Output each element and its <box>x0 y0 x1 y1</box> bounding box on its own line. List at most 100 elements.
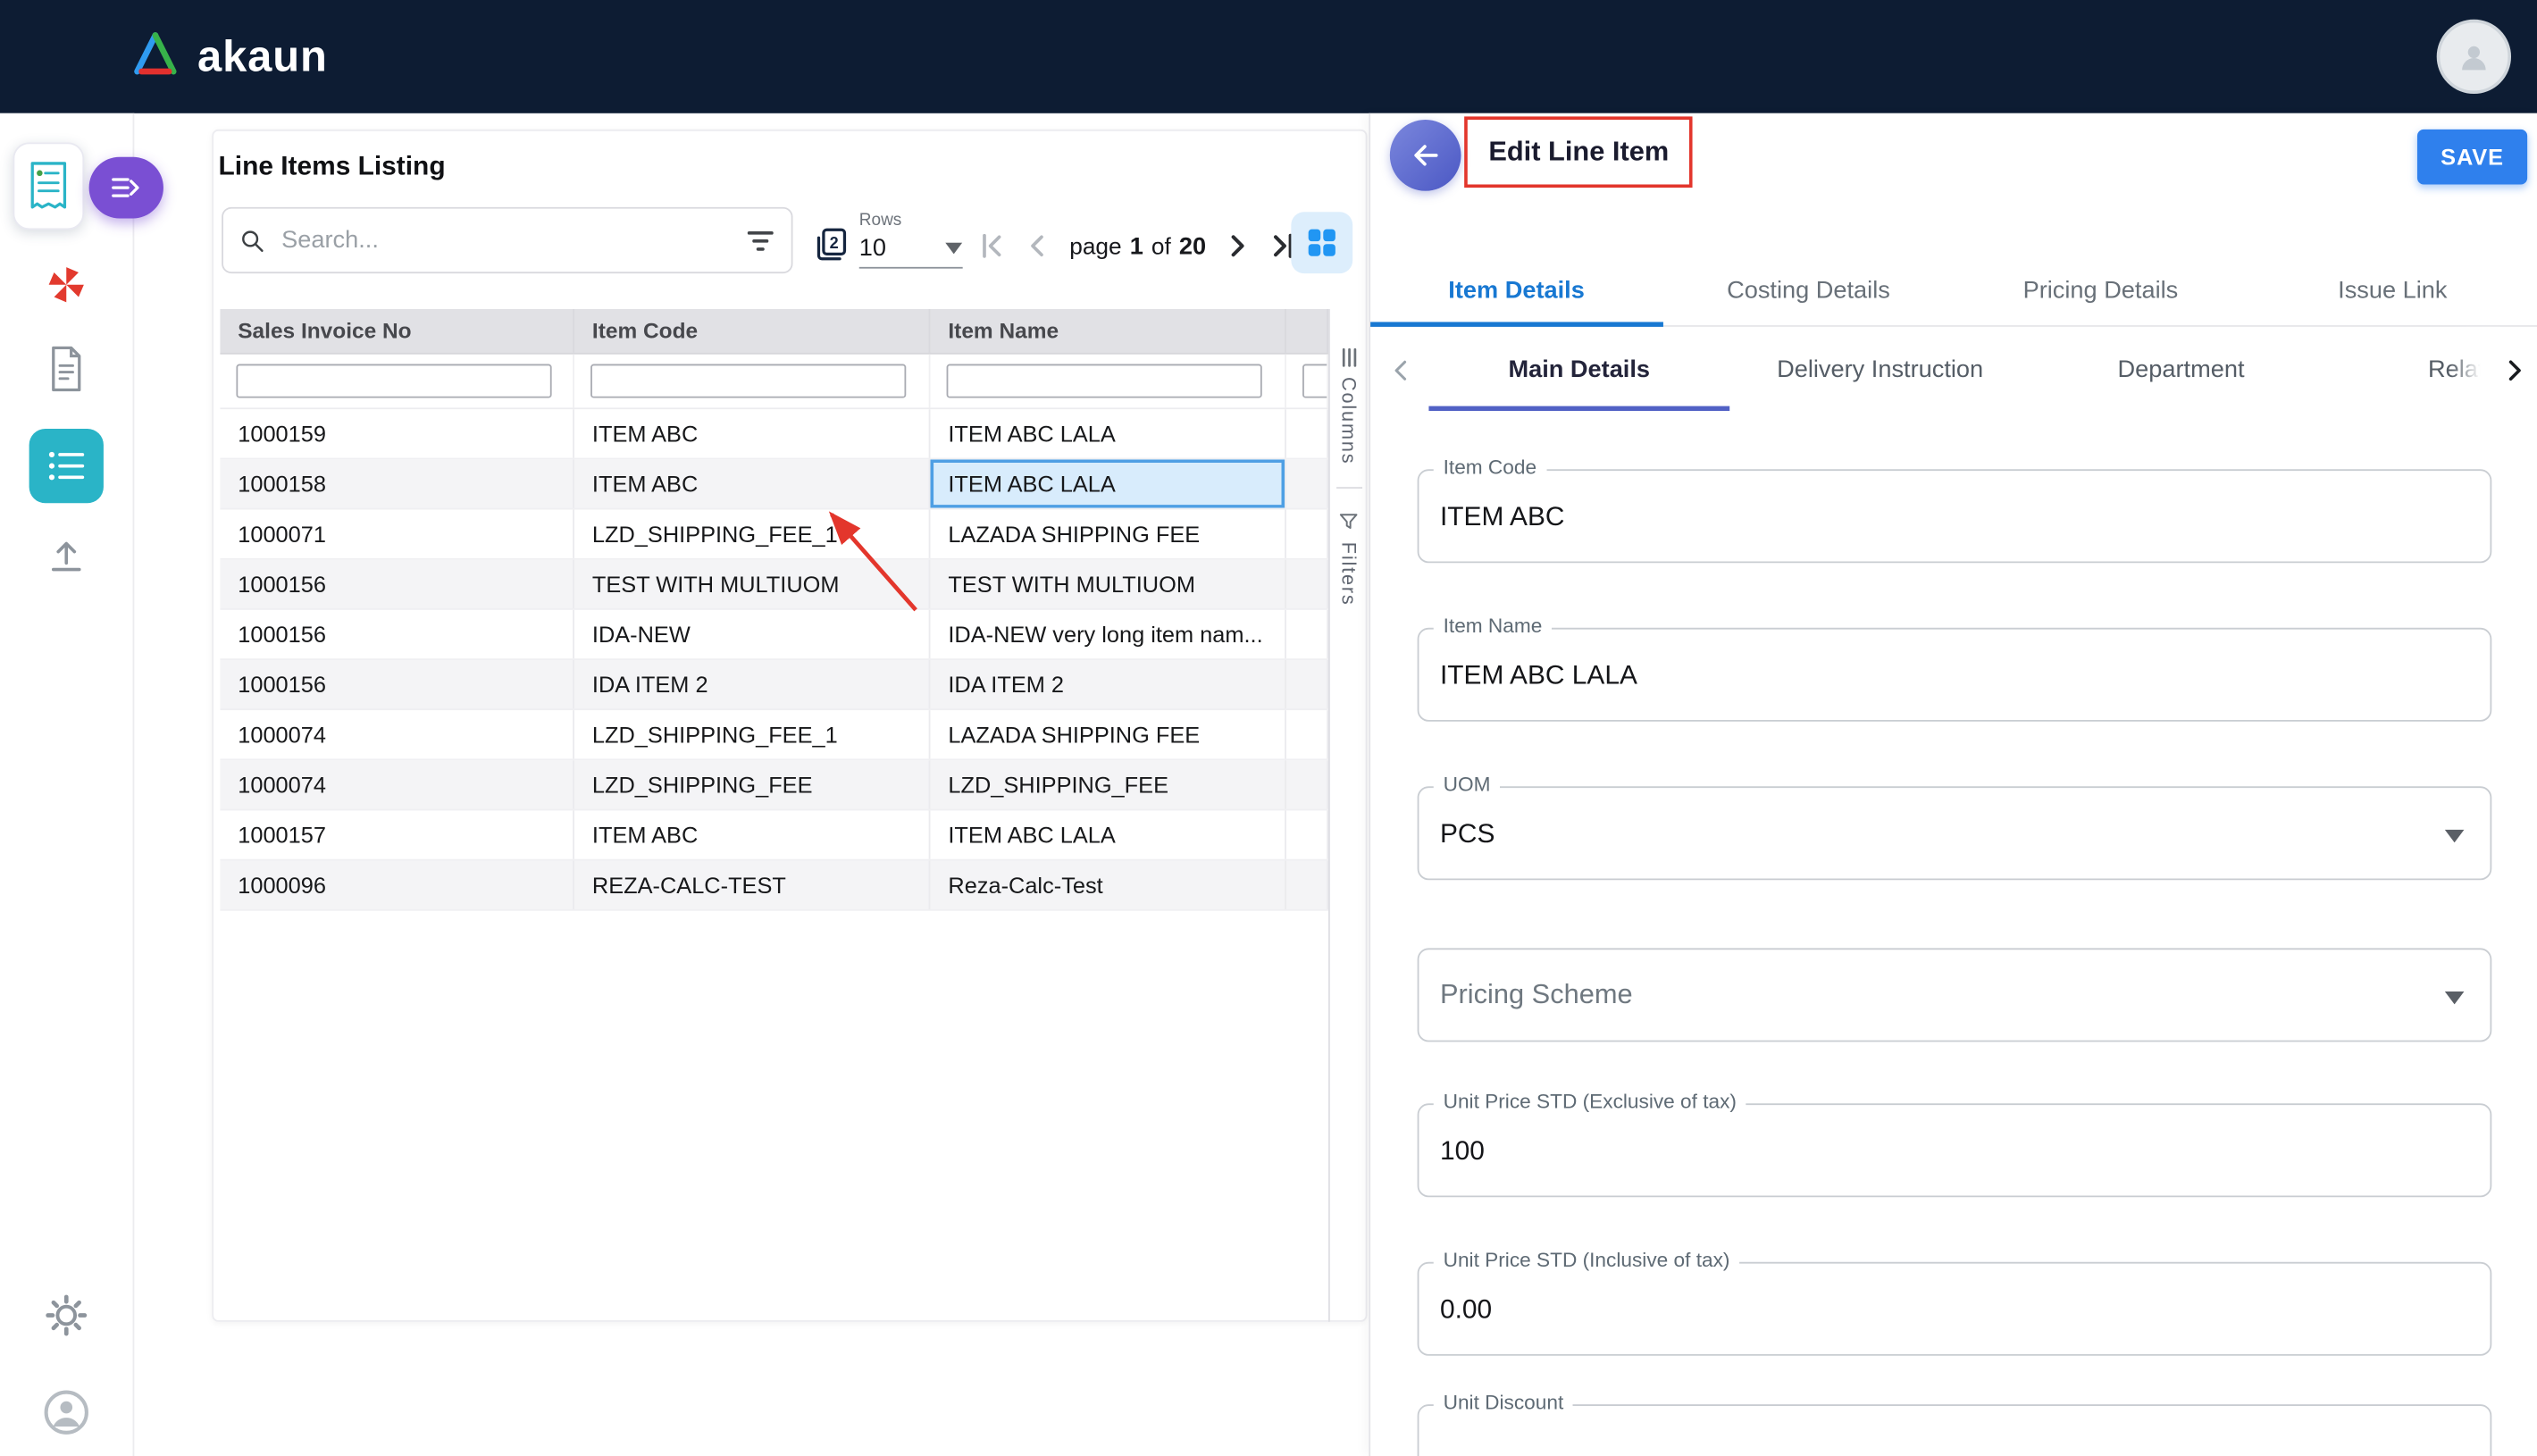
table-row[interactable]: 1000159 ITEM ABC ITEM ABC LALA <box>220 409 1328 459</box>
previous-page-button[interactable] <box>1016 225 1058 267</box>
sidebar-item-settings[interactable] <box>46 1294 88 1336</box>
search-input[interactable] <box>279 225 733 255</box>
columns-icon <box>1339 347 1359 367</box>
chevron-down-icon <box>945 243 963 255</box>
receipt-icon <box>28 159 70 214</box>
cell-item-name: ITEM ABC LALA <box>930 409 1285 457</box>
cell-item-code: LZD_SHIPPING_FEE_1 <box>574 510 930 558</box>
grid-view-button[interactable] <box>1291 212 1352 273</box>
cell-item-code: IDA-NEW <box>574 610 930 658</box>
rows-value: 10 <box>859 235 886 263</box>
cell-item-name-focused[interactable]: ITEM ABC LALA <box>930 459 1285 507</box>
list-icon <box>47 450 86 482</box>
cell-extra <box>1286 861 1328 909</box>
table-row[interactable]: 1000156 IDA-NEW IDA-NEW very long item n… <box>220 610 1328 660</box>
edit-line-item-panel: Edit Line Item SAVE Item Details Costing… <box>1369 113 2537 1456</box>
user-avatar[interactable] <box>2437 20 2511 94</box>
cell-item-name: Reza-Calc-Test <box>930 861 1285 909</box>
save-button[interactable]: SAVE <box>2417 130 2527 185</box>
arrow-left-icon <box>1410 139 1442 172</box>
subtabs-scroll-right-button[interactable] <box>2493 349 2535 391</box>
field-unit-discount[interactable]: Unit Discount <box>1418 1404 2492 1456</box>
table-row[interactable]: 1000156 TEST WITH MULTIUOM TEST WITH MUL… <box>220 560 1328 610</box>
table-row[interactable]: 1000074 LZD_SHIPPING_FEE LZD_SHIPPING_FE… <box>220 760 1328 810</box>
page-title: Line Items Listing <box>219 152 446 182</box>
upload-icon <box>47 537 86 575</box>
table-row[interactable]: 1000096 REZA-CALC-TEST Reza-Calc-Test <box>220 861 1328 911</box>
table-row[interactable]: 1000156 IDA ITEM 2 IDA ITEM 2 <box>220 660 1328 710</box>
tab-costing-details[interactable]: Costing Details <box>1662 255 1955 325</box>
first-page-button[interactable] <box>971 225 1013 267</box>
field-placeholder: Pricing Scheme <box>1440 979 1633 1011</box>
field-uom-select[interactable]: UOM PCS <box>1418 786 2492 880</box>
cell-sales-invoice-no: 1000156 <box>220 610 574 658</box>
cell-sales-invoice-no: 1000158 <box>220 459 574 507</box>
field-item-name[interactable]: Item Name ITEM ABC LALA <box>1418 628 2492 722</box>
cell-item-name: LZD_SHIPPING_FEE <box>930 760 1285 808</box>
cell-extra <box>1286 459 1328 507</box>
filter-input-extra[interactable] <box>1302 364 1328 398</box>
sidebar-item-invoice-module[interactable] <box>13 142 84 230</box>
table-row[interactable]: 1000074 LZD_SHIPPING_FEE_1 LAZADA SHIPPI… <box>220 710 1328 760</box>
sidebar-item-documents[interactable] <box>48 347 84 392</box>
search-icon <box>239 227 265 253</box>
column-header-item-name[interactable]: Item Name <box>930 309 1285 353</box>
cell-sales-invoice-no: 1000074 <box>220 710 574 758</box>
sidebar-item-line-items-active[interactable] <box>29 429 104 503</box>
column-header-sales-invoice-no[interactable]: Sales Invoice No <box>220 309 574 353</box>
cell-item-code: LZD_SHIPPING_FEE <box>574 760 930 808</box>
rows-per-page-select[interactable]: Rows 10 <box>859 210 963 268</box>
cell-extra <box>1286 660 1328 708</box>
subtab-delivery-instruction[interactable]: Delivery Instruction <box>1729 327 2030 411</box>
cell-item-code: LZD_SHIPPING_FEE_1 <box>574 710 930 758</box>
cell-sales-invoice-no: 1000159 <box>220 409 574 457</box>
back-button[interactable] <box>1390 120 1461 191</box>
table-row[interactable]: 1000157 ITEM ABC ITEM ABC LALA <box>220 810 1328 860</box>
table-row-selected[interactable]: 1000158 ITEM ABC ITEM ABC LALA <box>220 459 1328 509</box>
tab-pricing-details[interactable]: Pricing Details <box>1955 255 2247 325</box>
cell-item-code: ITEM ABC <box>574 409 930 457</box>
brand-logo[interactable]: akaun <box>130 30 328 84</box>
field-label: Unit Discount <box>1434 1392 1573 1414</box>
cell-extra <box>1286 810 1328 858</box>
rail-divider <box>1335 488 1361 490</box>
cell-item-code: TEST WITH MULTIUOM <box>574 560 930 608</box>
subtab-related-doc[interactable]: Related D <box>2332 327 2483 411</box>
cell-item-name: LAZADA SHIPPING FEE <box>930 510 1285 558</box>
pinwheel-icon <box>46 264 88 305</box>
sidebar-item-account[interactable] <box>42 1388 90 1436</box>
filter-list-icon[interactable] <box>746 229 775 251</box>
gear-icon <box>46 1294 88 1336</box>
field-item-code[interactable]: Item Code ITEM ABC <box>1418 469 2492 563</box>
table-row[interactable]: 1000071 LZD_SHIPPING_FEE_1 LAZADA SHIPPI… <box>220 510 1328 560</box>
chevron-down-icon <box>2445 983 2465 1013</box>
filter-input-item-name[interactable] <box>947 364 1262 398</box>
cell-item-code: IDA ITEM 2 <box>574 660 930 708</box>
columns-rail-tab[interactable]: Columns <box>1337 377 1360 464</box>
grid-icon <box>1306 227 1338 259</box>
tab-issue-link[interactable]: Issue Link <box>2247 255 2537 325</box>
subtabs-scroll-left-button[interactable] <box>1380 349 1422 391</box>
cell-item-name: IDA-NEW very long item nam... <box>930 610 1285 658</box>
next-page-button[interactable] <box>1218 225 1260 267</box>
sidebar-item-upload[interactable] <box>47 537 86 575</box>
line-items-table: Sales Invoice No Item Code Item Name 100… <box>220 309 1328 911</box>
sidebar-item-red-app[interactable] <box>46 264 88 305</box>
account-icon <box>42 1388 90 1436</box>
sidebar-expand-button[interactable] <box>89 157 163 219</box>
filter-input-sales-invoice-no[interactable] <box>236 364 551 398</box>
field-unit-price-exclusive[interactable]: Unit Price STD (Exclusive of tax) 100 <box>1418 1103 2492 1197</box>
pages-stack-icon[interactable]: 2 <box>810 225 852 275</box>
column-header-item-code[interactable]: Item Code <box>574 309 930 353</box>
top-bar: akaun <box>0 0 2537 113</box>
chevron-right-icon <box>2499 356 2529 385</box>
filters-rail-tab[interactable]: Filters <box>1337 542 1360 607</box>
subtab-department[interactable]: Department <box>2030 327 2332 411</box>
tab-item-details[interactable]: Item Details <box>1370 255 1662 325</box>
field-unit-price-inclusive[interactable]: Unit Price STD (Inclusive of tax) 0.00 <box>1418 1262 2492 1356</box>
field-pricing-scheme-select[interactable]: Pricing Scheme <box>1418 948 2492 1042</box>
current-page: 1 <box>1130 232 1143 260</box>
subtab-main-details[interactable]: Main Details <box>1428 327 1729 411</box>
filter-input-item-code[interactable] <box>590 364 906 398</box>
cell-item-code: ITEM ABC <box>574 810 930 858</box>
